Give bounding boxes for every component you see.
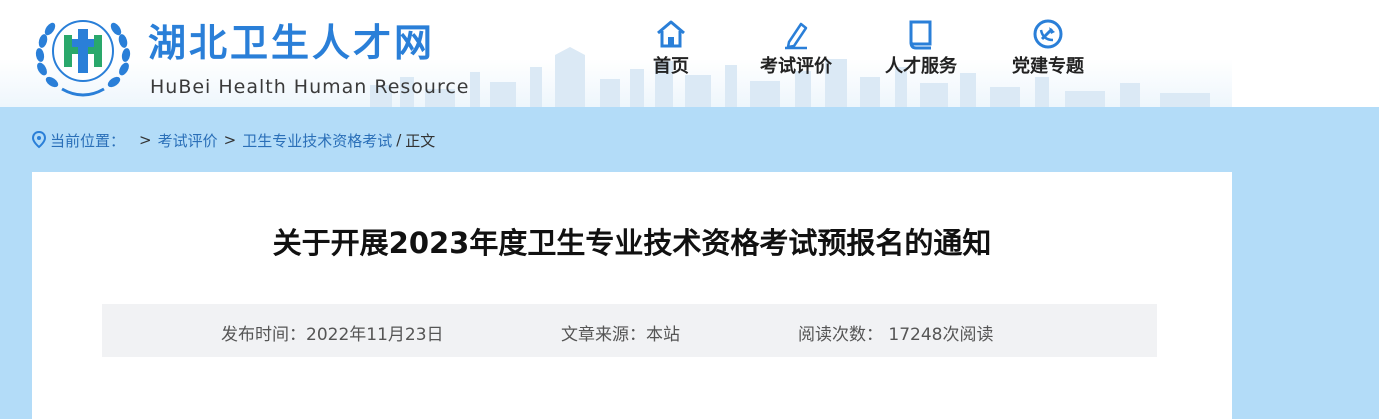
article-title: 关于开展2023年度卫生专业技术资格考试预报名的通知 [272,226,992,260]
breadcrumb-location-label: 当前位置： [50,131,126,150]
nav-label: 人才服务 [885,56,957,77]
article-meta-bar: 发布时间：2022年11月23日 文章来源：本站 阅读次数： 17248次阅读 [102,304,1157,357]
home-icon [657,20,685,48]
header-right-blank [1232,0,1379,107]
site-header: 湖北卫生人才网 HuBei Health Human Resource 首页 考… [0,0,1232,107]
nav-home[interactable]: 首页 [616,18,726,78]
article-container: 关于开展2023年度卫生专业技术资格考试预报名的通知 发布时间：2022年11月… [32,172,1232,419]
nav-party[interactable]: 党建专题 [993,18,1103,78]
breadcrumb-current: 正文 [405,131,436,150]
publish-time: 发布时间：2022年11月23日 [221,325,444,345]
breadcrumb-exam[interactable]: 考试评价 [158,130,218,151]
location-pin-icon [32,131,46,149]
breadcrumb-separator: / [396,131,402,149]
party-emblem-icon [1033,19,1063,49]
site-logo-emblem-icon[interactable] [32,9,134,101]
edit-pencil-icon [785,22,808,50]
read-count: 阅读次数： 17248次阅读 [798,325,994,345]
nav-label: 考试评价 [760,56,832,77]
nav-exam[interactable]: 考试评价 [741,18,851,78]
nav-label: 首页 [653,56,689,77]
breadcrumb-separator: > [223,131,237,149]
breadcrumb-health-qualification[interactable]: 卫生专业技术资格考试 [242,130,392,151]
breadcrumb: 当前位置： > 考试评价 > 卫生专业技术资格考试 / 正文 [32,128,435,152]
book-icon [909,20,932,50]
site-name-en: HuBei Health Human Resource [150,76,470,98]
nav-label: 党建专题 [1012,56,1084,77]
breadcrumb-separator: > [139,131,152,149]
article-source: 文章来源：本站 [561,325,680,345]
nav-talent[interactable]: 人才服务 [866,18,976,78]
site-name-cn[interactable]: 湖北卫生人才网 [148,12,435,67]
